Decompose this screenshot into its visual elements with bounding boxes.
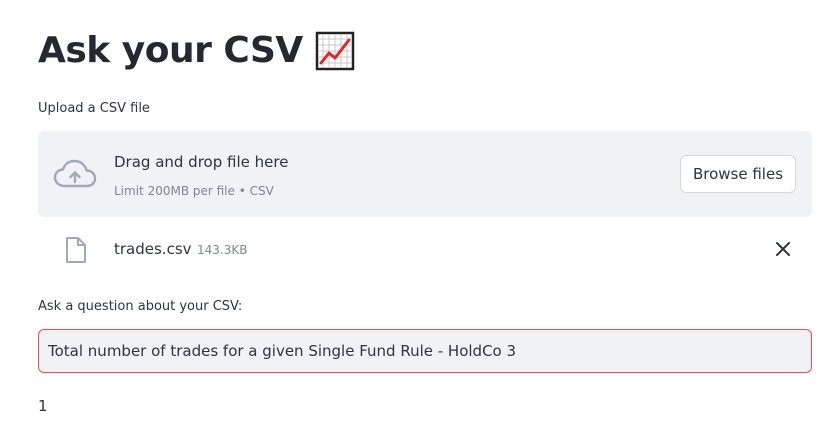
cloud-upload-icon — [53, 159, 97, 188]
dropzone-limit: Limit 200MB per file • CSV — [114, 184, 274, 198]
file-dropzone[interactable]: Drag and drop file here Limit 200MB per … — [38, 131, 812, 217]
answer-output: 1 — [38, 397, 48, 415]
page-title: Ask your CSV — [38, 30, 355, 71]
uploaded-file-row: trades.csv 143.3KB — [38, 232, 812, 268]
dropzone-instructions: Drag and drop file here — [114, 153, 289, 171]
browse-files-button[interactable]: Browse files — [680, 155, 796, 193]
close-icon[interactable] — [774, 240, 792, 258]
question-label: Ask a question about your CSV: — [38, 299, 243, 314]
chart-increasing-icon — [315, 31, 355, 70]
app-page: Ask your CSV Upload a CSV file Drag and … — [0, 0, 836, 433]
upload-label: Upload a CSV file — [38, 101, 150, 116]
uploaded-file-size: 143.3KB — [197, 243, 248, 257]
uploaded-file-name: trades.csv — [114, 240, 192, 258]
page-title-text: Ask your CSV — [38, 30, 303, 71]
file-icon — [66, 237, 86, 263]
question-input[interactable] — [38, 329, 812, 373]
